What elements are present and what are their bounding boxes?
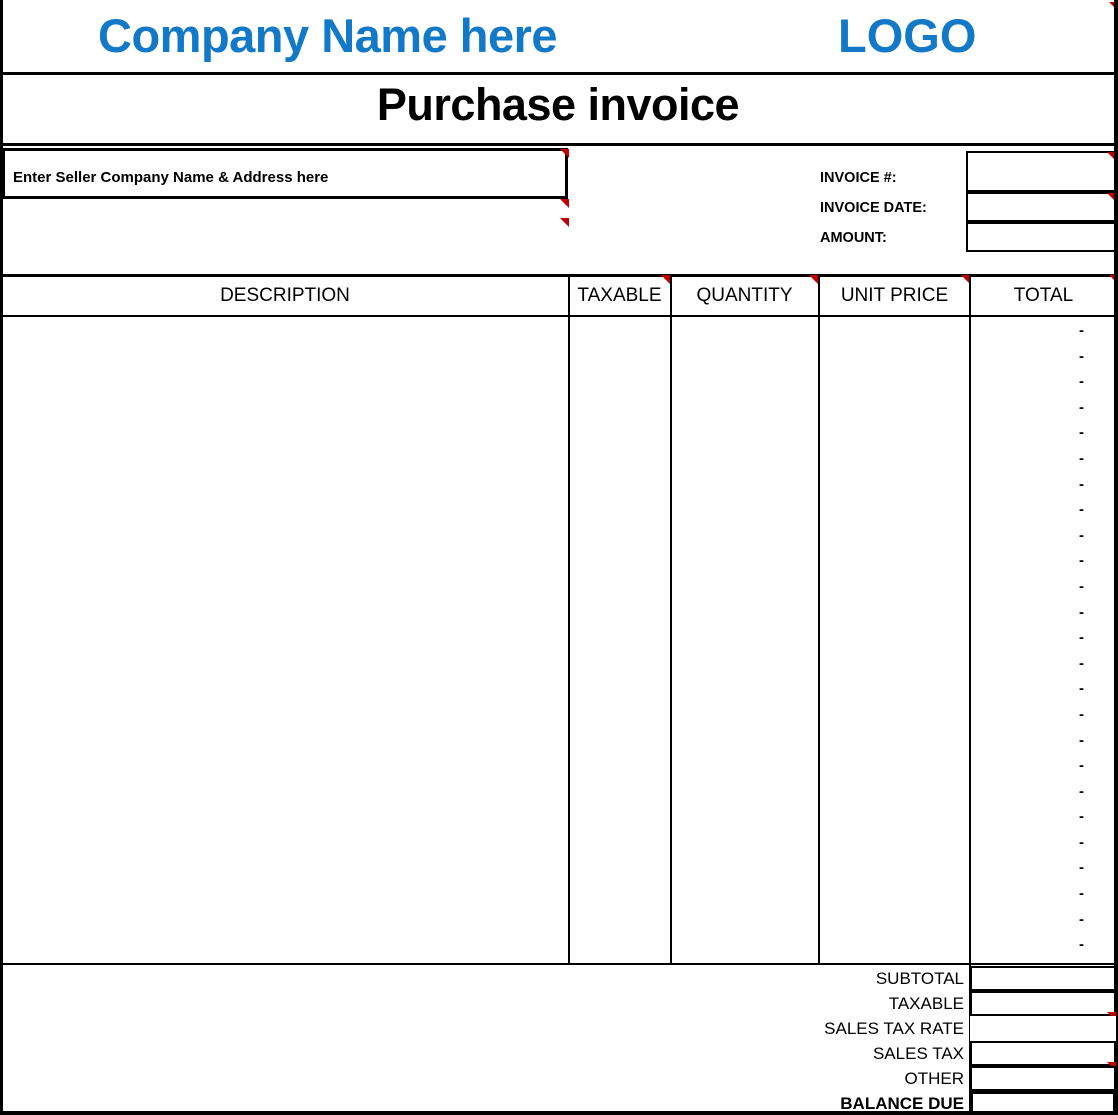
total-cell-empty[interactable]: -: [972, 779, 1110, 805]
seller-address-field[interactable]: Enter Seller Company Name & Address here: [2, 148, 568, 199]
column-header-quantity: QUANTITY: [696, 285, 793, 306]
total-cell-empty[interactable]: -: [972, 395, 1110, 421]
total-cell-empty[interactable]: -: [972, 855, 1110, 881]
total-cell-empty[interactable]: -: [972, 574, 1110, 600]
total-cell-empty[interactable]: -: [972, 523, 1110, 549]
totals-label-other: OTHER: [904, 1069, 965, 1088]
total-cell-empty[interactable]: -: [972, 344, 1110, 370]
seller-address-placeholder: Enter Seller Company Name & Address here: [13, 169, 329, 186]
total-cell-empty[interactable]: -: [972, 625, 1110, 651]
sheet-bottom-border: [0, 1111, 1118, 1115]
totals-label-subtotal: SUBTOTAL: [875, 969, 964, 988]
total-cell-empty[interactable]: -: [972, 600, 1110, 626]
totals-value-sales-tax-rate[interactable]: [970, 1016, 1116, 1041]
column-header-total: TOTAL: [1013, 285, 1074, 306]
totals-value-sales-tax[interactable]: [970, 1041, 1116, 1066]
total-cell-empty[interactable]: -: [972, 472, 1110, 498]
logo-placeholder[interactable]: LOGO: [838, 8, 976, 63]
invoice-amount-label: AMOUNT:: [820, 230, 887, 246]
sheet-left-border: [0, 0, 3, 1115]
grid-line-taxable: [568, 274, 570, 963]
invoice-sheet: Company Name here LOGO Purchase invoice …: [0, 0, 1118, 1115]
total-cell-empty[interactable]: -: [972, 932, 1110, 958]
invoice-number-input[interactable]: [966, 151, 1116, 192]
title-band: Purchase invoice: [0, 75, 1118, 143]
total-cell-empty[interactable]: -: [972, 830, 1110, 856]
invoice-number-label: INVOICE #:: [820, 170, 897, 186]
total-cell-empty[interactable]: -: [972, 369, 1110, 395]
total-cell-empty[interactable]: -: [972, 676, 1110, 702]
totals-value-subtotal[interactable]: [970, 966, 1116, 991]
total-cell-empty[interactable]: -: [972, 548, 1110, 574]
total-cell-empty[interactable]: -: [972, 881, 1110, 907]
column-header-unit-price: UNIT PRICE: [840, 285, 949, 306]
total-cell-empty[interactable]: -: [972, 651, 1110, 677]
table-body-bottom-border: [0, 963, 1118, 965]
total-cell-empty[interactable]: -: [972, 497, 1110, 523]
grid-line-quantity: [670, 274, 672, 963]
column-header-description: DESCRIPTION: [220, 285, 350, 306]
grid-line-unit-price: [818, 274, 820, 963]
total-cell-empty[interactable]: -: [972, 753, 1110, 779]
title-divider: [0, 143, 1118, 146]
column-header-taxable: TAXABLE: [577, 285, 662, 306]
totals-label-taxable: TAXABLE: [888, 994, 964, 1013]
totals-label-sales-tax-rate: SALES TAX RATE: [824, 1019, 964, 1038]
total-cell-empty[interactable]: -: [972, 728, 1110, 754]
total-cell-empty[interactable]: -: [972, 420, 1110, 446]
comment-marker-icon: [560, 199, 569, 208]
banner: Company Name here LOGO: [0, 0, 1118, 72]
total-cell-empty[interactable]: -: [972, 804, 1110, 830]
total-column-empty-values: -------------------------: [972, 318, 1110, 963]
total-cell-empty[interactable]: -: [972, 702, 1110, 728]
total-cell-empty[interactable]: -: [972, 446, 1110, 472]
invoice-date-input[interactable]: [966, 192, 1116, 222]
table-right-border: [1114, 0, 1118, 1115]
invoice-date-label: INVOICE DATE:: [820, 200, 927, 216]
company-name-placeholder[interactable]: Company Name here: [98, 8, 558, 63]
table-header-underline: [0, 315, 1118, 317]
page-title: Purchase invoice: [376, 79, 740, 130]
totals-value-taxable[interactable]: [970, 991, 1116, 1016]
total-cell-empty[interactable]: -: [972, 318, 1110, 344]
totals-value-other[interactable]: [970, 1066, 1116, 1091]
table-header-row: DESCRIPTION TAXABLE QUANTITY UNIT PRICE …: [0, 276, 1118, 315]
totals-label-sales-tax: SALES TAX: [872, 1044, 964, 1063]
total-cell-empty[interactable]: -: [972, 907, 1110, 933]
comment-marker-icon: [560, 218, 569, 227]
invoice-amount-input[interactable]: [966, 222, 1116, 252]
